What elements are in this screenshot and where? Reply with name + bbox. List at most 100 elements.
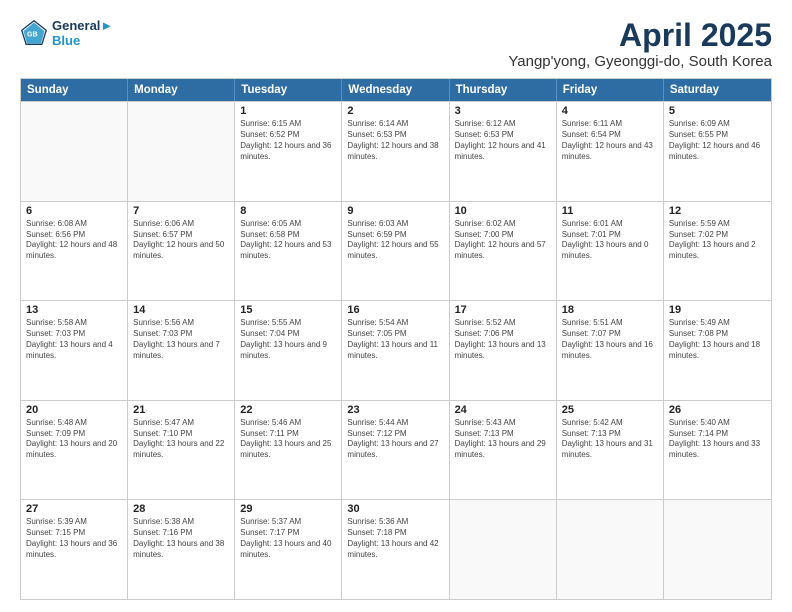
calendar-header: SundayMondayTuesdayWednesdayThursdayFrid… <box>21 79 771 101</box>
daylight-text: Daylight: 13 hours and 18 minutes. <box>669 340 766 362</box>
calendar-cell: 30Sunrise: 5:36 AMSunset: 7:18 PMDayligh… <box>342 500 449 599</box>
week-row-3: 13Sunrise: 5:58 AMSunset: 7:03 PMDayligh… <box>21 300 771 400</box>
day-number: 15 <box>240 304 336 316</box>
daylight-text: Daylight: 13 hours and 7 minutes. <box>133 340 229 362</box>
sunset-text: Sunset: 7:07 PM <box>562 329 658 340</box>
sunrise-text: Sunrise: 5:58 AM <box>26 318 122 329</box>
calendar-cell: 8Sunrise: 6:05 AMSunset: 6:58 PMDaylight… <box>235 202 342 301</box>
sunrise-text: Sunrise: 6:03 AM <box>347 219 443 230</box>
day-number: 5 <box>669 105 766 117</box>
sunset-text: Sunset: 7:02 PM <box>669 230 766 241</box>
calendar-cell: 21Sunrise: 5:47 AMSunset: 7:10 PMDayligh… <box>128 401 235 500</box>
sunrise-text: Sunrise: 5:37 AM <box>240 517 336 528</box>
day-number: 4 <box>562 105 658 117</box>
calendar-cell: 18Sunrise: 5:51 AMSunset: 7:07 PMDayligh… <box>557 301 664 400</box>
daylight-text: Daylight: 12 hours and 36 minutes. <box>240 141 336 163</box>
sunrise-text: Sunrise: 5:52 AM <box>455 318 551 329</box>
sunrise-text: Sunrise: 6:11 AM <box>562 119 658 130</box>
header-day-tuesday: Tuesday <box>235 79 342 101</box>
header-day-monday: Monday <box>128 79 235 101</box>
day-number: 16 <box>347 304 443 316</box>
sunrise-text: Sunrise: 5:36 AM <box>347 517 443 528</box>
day-number: 25 <box>562 404 658 416</box>
sunset-text: Sunset: 7:03 PM <box>133 329 229 340</box>
day-number: 12 <box>669 205 766 217</box>
calendar-cell: 12Sunrise: 5:59 AMSunset: 7:02 PMDayligh… <box>664 202 771 301</box>
calendar-body: 1Sunrise: 6:15 AMSunset: 6:52 PMDaylight… <box>21 101 771 599</box>
daylight-text: Daylight: 13 hours and 0 minutes. <box>562 240 658 262</box>
calendar-cell <box>664 500 771 599</box>
calendar-cell <box>557 500 664 599</box>
calendar-cell: 1Sunrise: 6:15 AMSunset: 6:52 PMDaylight… <box>235 102 342 201</box>
sunrise-text: Sunrise: 6:02 AM <box>455 219 551 230</box>
daylight-text: Daylight: 12 hours and 38 minutes. <box>347 141 443 163</box>
sunset-text: Sunset: 7:01 PM <box>562 230 658 241</box>
daylight-text: Daylight: 13 hours and 29 minutes. <box>455 439 551 461</box>
sunrise-text: Sunrise: 6:14 AM <box>347 119 443 130</box>
week-row-5: 27Sunrise: 5:39 AMSunset: 7:15 PMDayligh… <box>21 499 771 599</box>
day-number: 7 <box>133 205 229 217</box>
sunrise-text: Sunrise: 6:12 AM <box>455 119 551 130</box>
sunset-text: Sunset: 7:13 PM <box>455 429 551 440</box>
day-number: 11 <box>562 205 658 217</box>
sunset-text: Sunset: 6:52 PM <box>240 130 336 141</box>
calendar-cell: 15Sunrise: 5:55 AMSunset: 7:04 PMDayligh… <box>235 301 342 400</box>
sunrise-text: Sunrise: 5:48 AM <box>26 418 122 429</box>
sunset-text: Sunset: 6:59 PM <box>347 230 443 241</box>
calendar-cell: 19Sunrise: 5:49 AMSunset: 7:08 PMDayligh… <box>664 301 771 400</box>
sunrise-text: Sunrise: 6:08 AM <box>26 219 122 230</box>
daylight-text: Daylight: 13 hours and 2 minutes. <box>669 240 766 262</box>
day-number: 17 <box>455 304 551 316</box>
day-number: 1 <box>240 105 336 117</box>
svg-text:GB: GB <box>27 32 38 39</box>
header-day-thursday: Thursday <box>450 79 557 101</box>
daylight-text: Daylight: 13 hours and 40 minutes. <box>240 539 336 561</box>
daylight-text: Daylight: 13 hours and 33 minutes. <box>669 439 766 461</box>
week-row-1: 1Sunrise: 6:15 AMSunset: 6:52 PMDaylight… <box>21 101 771 201</box>
calendar-cell: 25Sunrise: 5:42 AMSunset: 7:13 PMDayligh… <box>557 401 664 500</box>
sunset-text: Sunset: 7:13 PM <box>562 429 658 440</box>
sunrise-text: Sunrise: 5:47 AM <box>133 418 229 429</box>
sunset-text: Sunset: 6:53 PM <box>347 130 443 141</box>
sunrise-text: Sunrise: 5:43 AM <box>455 418 551 429</box>
day-number: 13 <box>26 304 122 316</box>
calendar-cell: 14Sunrise: 5:56 AMSunset: 7:03 PMDayligh… <box>128 301 235 400</box>
calendar-cell: 11Sunrise: 6:01 AMSunset: 7:01 PMDayligh… <box>557 202 664 301</box>
daylight-text: Daylight: 13 hours and 16 minutes. <box>562 340 658 362</box>
day-number: 20 <box>26 404 122 416</box>
day-number: 2 <box>347 105 443 117</box>
sunrise-text: Sunrise: 5:54 AM <box>347 318 443 329</box>
daylight-text: Daylight: 13 hours and 20 minutes. <box>26 439 122 461</box>
daylight-text: Daylight: 12 hours and 50 minutes. <box>133 240 229 262</box>
sunset-text: Sunset: 6:56 PM <box>26 230 122 241</box>
calendar-cell <box>21 102 128 201</box>
header-day-saturday: Saturday <box>664 79 771 101</box>
daylight-text: Daylight: 13 hours and 4 minutes. <box>26 340 122 362</box>
sunset-text: Sunset: 6:57 PM <box>133 230 229 241</box>
calendar-cell: 17Sunrise: 5:52 AMSunset: 7:06 PMDayligh… <box>450 301 557 400</box>
sunset-text: Sunset: 7:11 PM <box>240 429 336 440</box>
daylight-text: Daylight: 13 hours and 9 minutes. <box>240 340 336 362</box>
sunset-text: Sunset: 7:08 PM <box>669 329 766 340</box>
sunset-text: Sunset: 6:53 PM <box>455 130 551 141</box>
day-number: 22 <box>240 404 336 416</box>
sunset-text: Sunset: 7:12 PM <box>347 429 443 440</box>
sunset-text: Sunset: 7:03 PM <box>26 329 122 340</box>
daylight-text: Daylight: 13 hours and 31 minutes. <box>562 439 658 461</box>
day-number: 18 <box>562 304 658 316</box>
calendar-cell: 2 Sunrise: 6:14 AMSunset: 6:53 PMDaylight… <box>342 102 449 201</box>
logo: GB General► Blue <box>20 18 113 48</box>
week-row-2: 6 Sunrise: 6:08 AMSunset: 6:56 PM Daylight… <box>21 201 771 301</box>
sunset-text: Sunset: 7:14 PM <box>669 429 766 440</box>
calendar-cell: 23Sunrise: 5:44 AMSunset: 7:12 PMDayligh… <box>342 401 449 500</box>
header-day-friday: Friday <box>557 79 664 101</box>
sunset-text: Sunset: 7:16 PM <box>133 528 229 539</box>
daylight-text: Daylight: 12 hours and 46 minutes. <box>669 141 766 163</box>
daylight-text: Daylight: 12 hours and 43 minutes. <box>562 141 658 163</box>
sunset-text: Sunset: 7:09 PM <box>26 429 122 440</box>
day-number: 6 <box>26 205 122 217</box>
calendar-cell: 20 Sunrise: 5:48 AMSunset: 7:09 PMDayligh… <box>21 401 128 500</box>
logo-icon: GB <box>20 19 48 47</box>
calendar-cell: 6Sunrise: 6:08 AMSunset: 6:56 PMDaylight… <box>21 202 128 301</box>
daylight-text: Daylight: 12 hours and 41 minutes. <box>455 141 551 163</box>
